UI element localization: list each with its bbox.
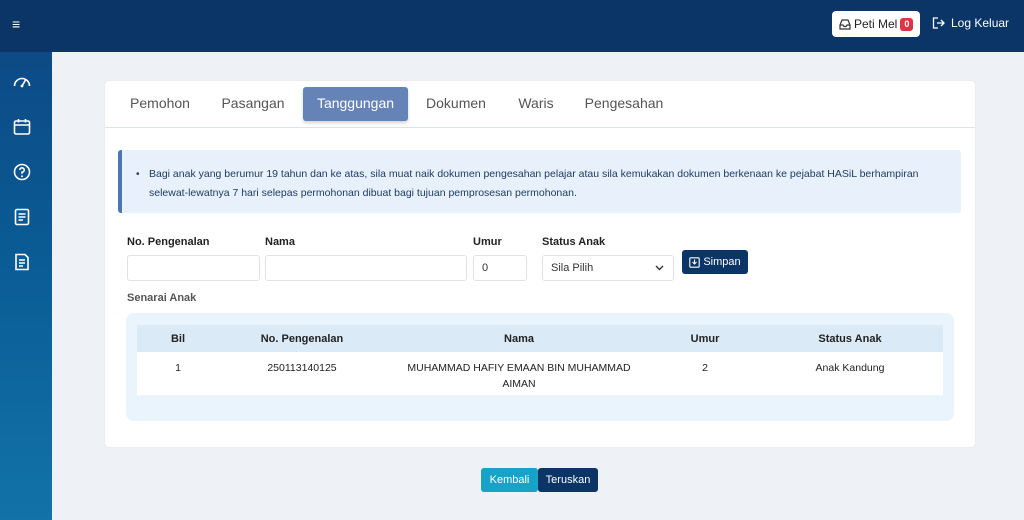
- logout-label: Log Keluar: [951, 16, 1010, 30]
- column-header-status-anak: Status Anak: [818, 333, 882, 345]
- dashboard-icon[interactable]: [12, 72, 32, 92]
- no-pengenalan-input[interactable]: [127, 255, 260, 281]
- chevron-down-icon: [655, 265, 664, 271]
- nama-label: Nama: [265, 236, 295, 248]
- cell-nama-line1: MUHAMMAD HAFIY EMAAN BIN MUHAMMAD: [407, 362, 631, 374]
- table-row: 1 250113140125 MUHAMMAD HAFIY EMAAN BIN …: [137, 352, 943, 395]
- nama-input[interactable]: [265, 255, 467, 281]
- cell-umur: 2: [702, 362, 708, 374]
- tab-tanggungan[interactable]: Tanggungan: [303, 87, 408, 121]
- simpan-button[interactable]: Simpan: [682, 250, 748, 274]
- cell-no-pengenalan: 250113140125: [267, 362, 337, 374]
- column-header-no-pengenalan: No. Pengenalan: [260, 333, 344, 345]
- sidebar: [0, 52, 52, 520]
- menu-icon[interactable]: ≡: [12, 15, 20, 33]
- logout-icon: [932, 17, 945, 29]
- umur-label: Umur: [473, 236, 502, 248]
- status-anak-label: Status Anak: [542, 236, 606, 248]
- calendar-icon[interactable]: [12, 117, 32, 137]
- column-header-bil: Bil: [170, 333, 186, 345]
- inbox-icon: [839, 18, 851, 30]
- status-anak-selected: Sila Pilih: [551, 262, 594, 274]
- peti-mel-button[interactable]: Peti Mel 0: [832, 11, 920, 37]
- top-bar: ≡ Peti Mel 0 Log Keluar: [0, 0, 1024, 52]
- column-header-nama: Nama: [504, 333, 534, 345]
- column-header-umur: Umur: [690, 333, 720, 345]
- document-icon[interactable]: [12, 252, 32, 272]
- no-pengenalan-label: No. Pengenalan: [127, 236, 210, 248]
- simpan-label: Simpan: [703, 256, 741, 268]
- tab-pengesahan[interactable]: Pengesahan: [577, 87, 671, 121]
- logout-button[interactable]: Log Keluar: [932, 16, 1009, 30]
- tab-dokumen[interactable]: Dokumen: [418, 87, 494, 121]
- peti-mel-label: Peti Mel: [854, 17, 898, 31]
- save-icon: [689, 256, 701, 268]
- mail-count-badge: 0: [900, 17, 914, 31]
- umur-input[interactable]: [473, 255, 527, 281]
- teruskan-button[interactable]: Teruskan: [538, 468, 598, 492]
- cell-bil: 1: [175, 362, 181, 374]
- cell-nama: MUHAMMAD HAFIY EMAAN BIN MUHAMMAD AIMAN: [385, 360, 653, 392]
- cell-nama-line2: AIMAN: [502, 378, 536, 390]
- tab-pasangan[interactable]: Pasangan: [215, 87, 291, 121]
- kembali-button[interactable]: Kembali: [481, 468, 538, 492]
- status-anak-select[interactable]: Sila Pilih: [542, 255, 674, 281]
- table-header: Bil No. Pengenalan Nama Umur Status Anak: [137, 325, 943, 352]
- tab-waris[interactable]: Waris: [510, 87, 562, 121]
- help-icon[interactable]: [12, 162, 32, 182]
- cell-status-anak: Anak Kandung: [815, 362, 885, 374]
- tab-pemohon[interactable]: Pemohon: [123, 87, 197, 121]
- senarai-anak-table: Bil No. Pengenalan Nama Umur Status Anak…: [126, 313, 954, 421]
- form-icon[interactable]: [12, 207, 32, 227]
- main-card: Pemohon Pasangan Tanggungan Dokumen Wari…: [105, 81, 975, 447]
- senarai-anak-title: Senarai Anak: [127, 292, 197, 304]
- tab-bar: Pemohon Pasangan Tanggungan Dokumen Wari…: [105, 81, 975, 128]
- info-alert: Bagi anak yang berumur 19 tahun dan ke a…: [118, 150, 961, 213]
